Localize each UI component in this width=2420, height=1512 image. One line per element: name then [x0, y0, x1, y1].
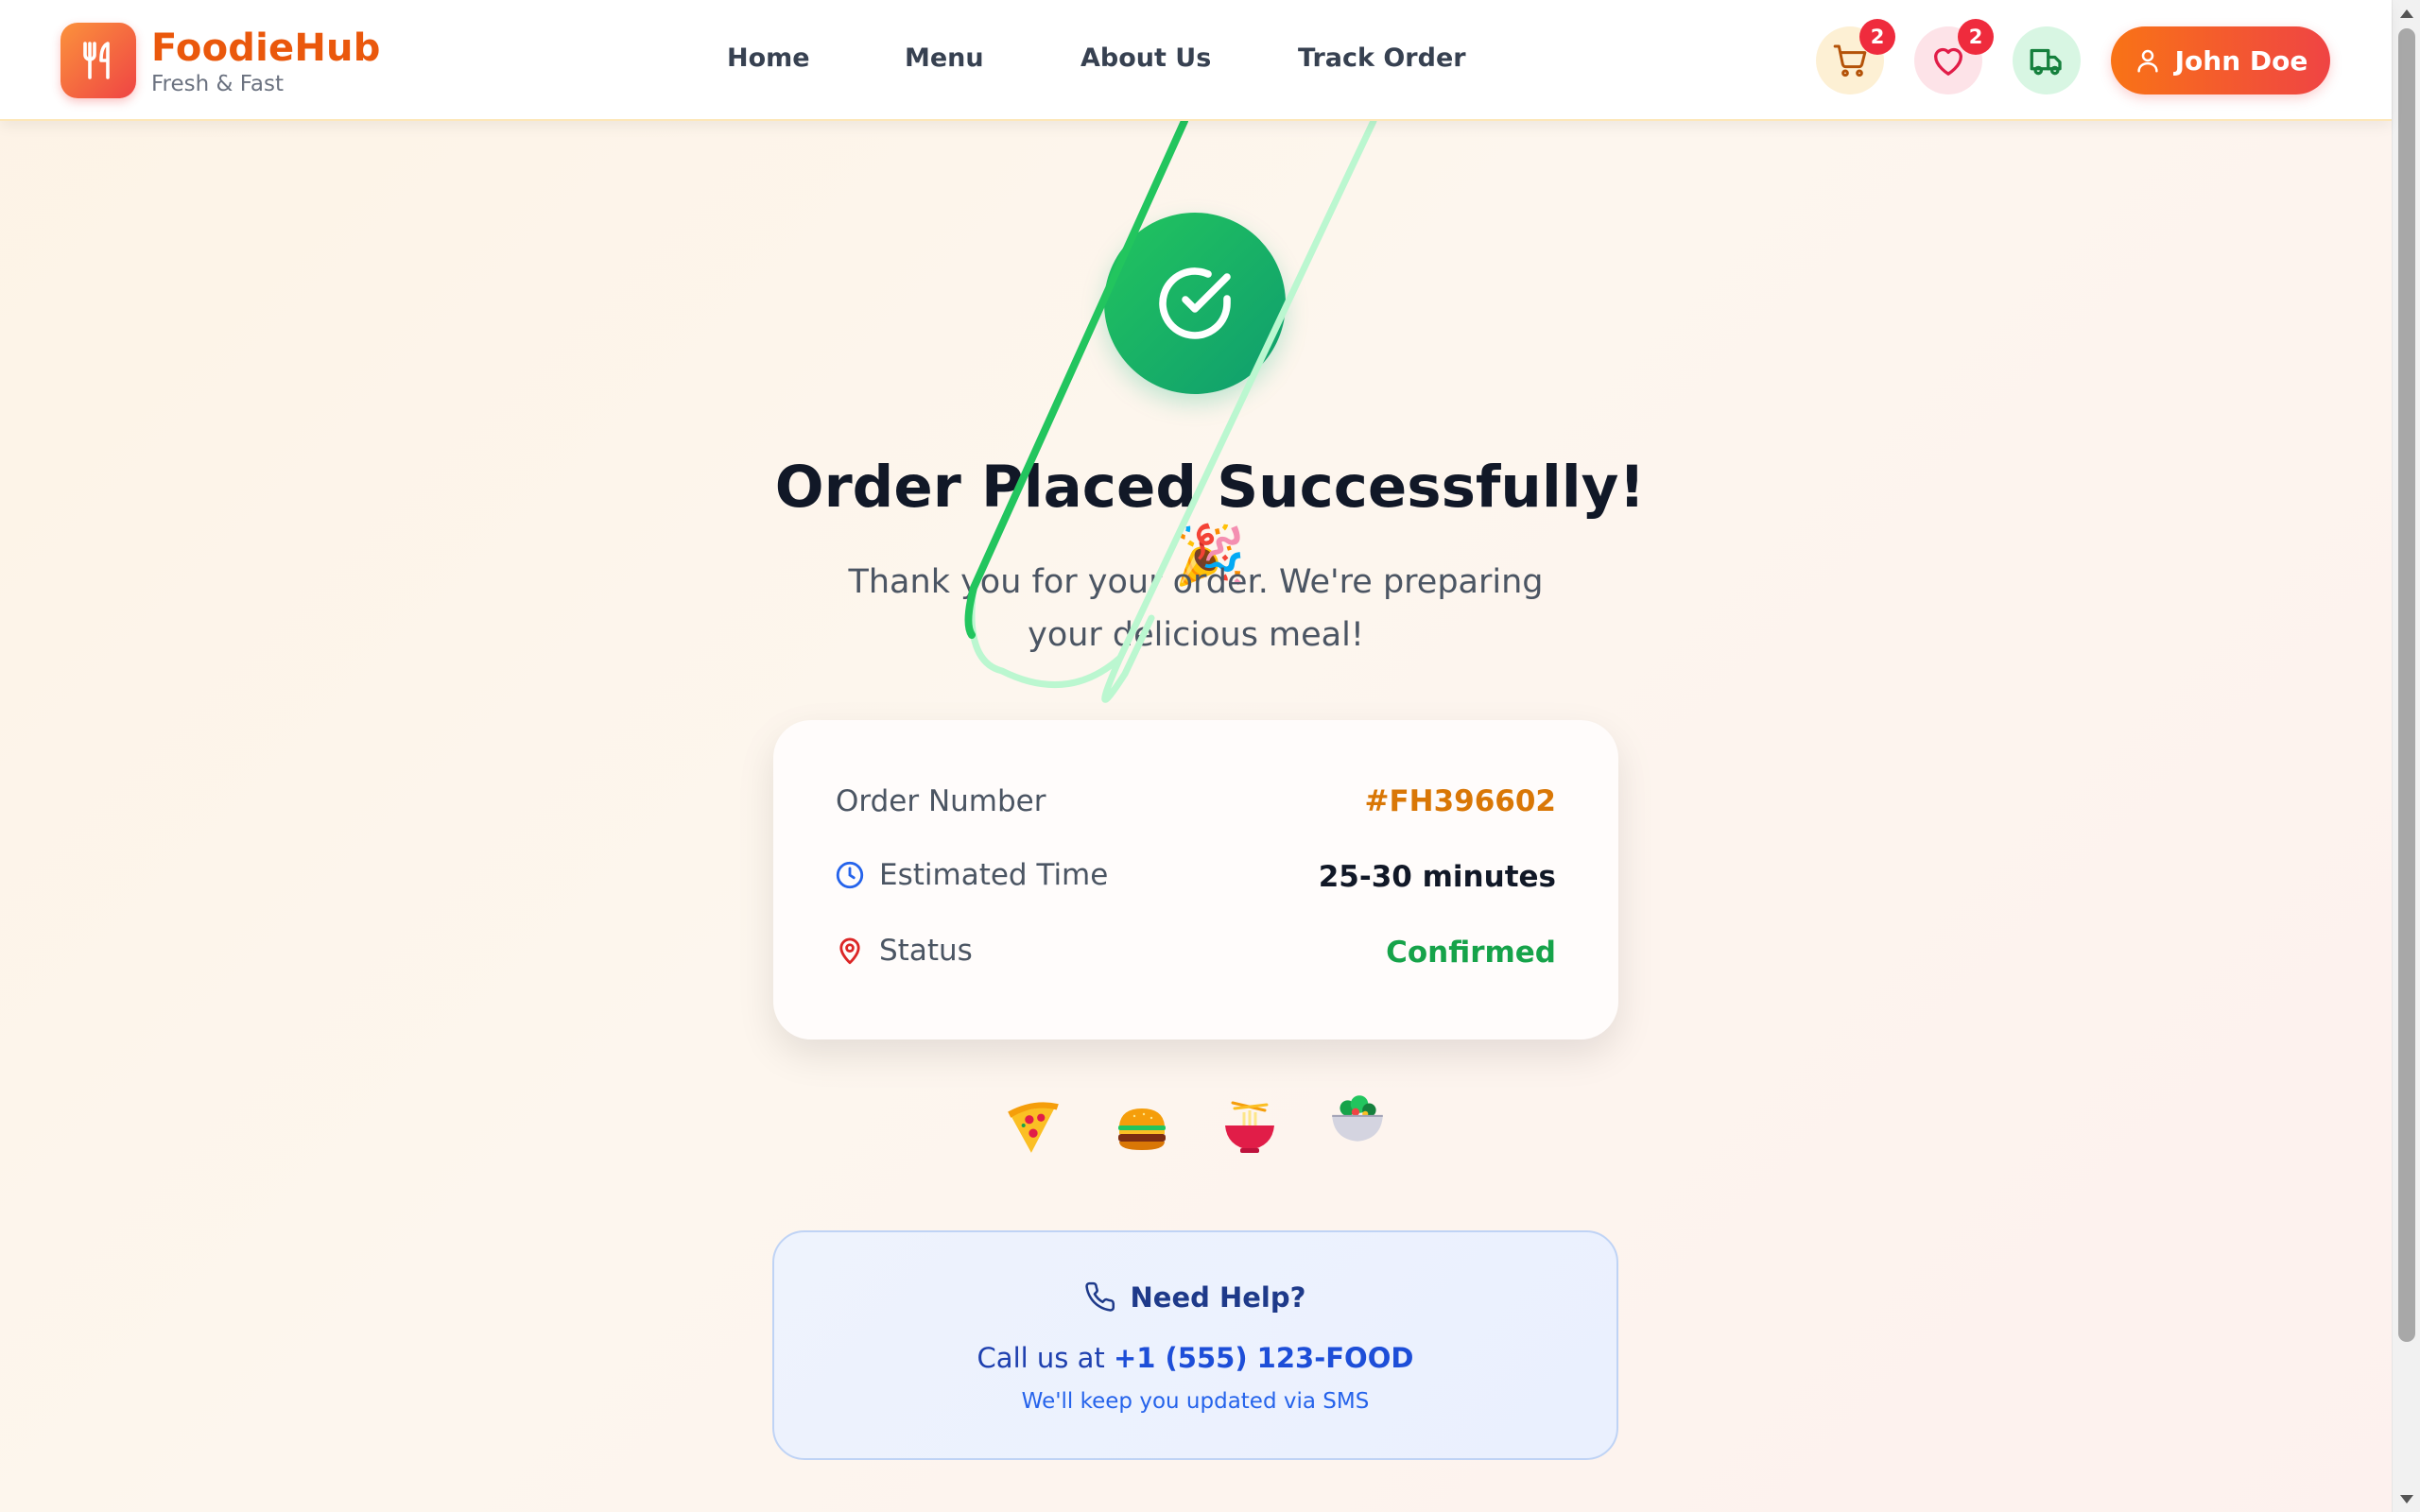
help-title-row: Need Help? — [774, 1281, 1616, 1314]
help-phone-link[interactable]: +1 (555) 123-FOOD — [1114, 1342, 1413, 1374]
order-number-value: #FH396602 — [1364, 784, 1556, 818]
help-title: Need Help? — [1130, 1281, 1306, 1314]
help-card: Need Help? Call us at +1 (555) 123-FOOD … — [772, 1230, 1618, 1460]
confirmation-subtitle: Thank you for your order. We're preparin… — [848, 563, 1544, 654]
nav-menu[interactable]: Menu — [905, 43, 984, 73]
cart-button[interactable]: 2 — [1816, 19, 1895, 94]
brand-tagline: Fresh & Fast — [151, 72, 284, 96]
estimated-time-value: 25-30 minutes — [1318, 860, 1556, 894]
order-number-label: Order Number — [836, 784, 1046, 818]
order-details-card: Order Number #FH396602 Estimated Time 25… — [773, 720, 1618, 1040]
status-label: Status — [879, 934, 973, 968]
location-pin-icon — [839, 937, 860, 965]
cart-count-badge: 2 — [1859, 19, 1895, 55]
help-call-prefix: Call us at — [977, 1342, 1105, 1374]
delivery-truck-icon — [2030, 48, 2062, 76]
scroll-up-arrow-icon[interactable] — [2400, 9, 2413, 18]
estimated-time-label: Estimated Time — [879, 858, 1109, 892]
clock-icon — [836, 861, 864, 889]
top-navbar: FoodieHub Fresh & Fast Home Menu About U… — [0, 0, 2392, 121]
user-profile-button[interactable]: John Doe — [2111, 26, 2330, 94]
nav-track-order[interactable]: Track Order — [1298, 43, 1466, 73]
help-call-line: Call us at +1 (555) 123-FOOD — [774, 1342, 1616, 1374]
favorites-button[interactable]: 2 — [1914, 19, 1994, 94]
logo-icon[interactable] — [60, 23, 136, 98]
status-value: Confirmed — [1386, 936, 1556, 970]
estimated-time-row: Estimated Time — [834, 858, 1108, 892]
salad-icon — [1324, 1087, 1391, 1153]
burger-icon — [1109, 1094, 1175, 1160]
nav-home[interactable]: Home — [727, 43, 810, 73]
help-sms-note: We'll keep you updated via SMS — [1021, 1389, 1370, 1414]
success-check-badge — [1104, 213, 1286, 394]
track-order-button[interactable] — [2013, 26, 2081, 94]
brand-name[interactable]: FoodieHub — [151, 26, 381, 70]
check-circle-icon — [1159, 267, 1231, 339]
nav-about-us[interactable]: About Us — [1080, 43, 1211, 73]
pizza-icon — [1000, 1094, 1066, 1160]
confirmation-title-text: Order Placed Successfully! — [774, 454, 1646, 521]
favorites-count-badge: 2 — [1958, 19, 1994, 55]
user-icon — [2137, 49, 2158, 73]
scrollbar-thumb[interactable] — [2398, 28, 2415, 1342]
status-row: Status — [834, 934, 973, 968]
noodles-icon — [1217, 1094, 1283, 1160]
page-scrollbar[interactable] — [2392, 0, 2420, 1512]
phone-icon — [1084, 1281, 1115, 1312]
user-name: John Doe — [2174, 44, 2308, 77]
order-number-row: Order Number — [836, 784, 1046, 818]
scroll-down-arrow-icon[interactable] — [2400, 1495, 2413, 1503]
